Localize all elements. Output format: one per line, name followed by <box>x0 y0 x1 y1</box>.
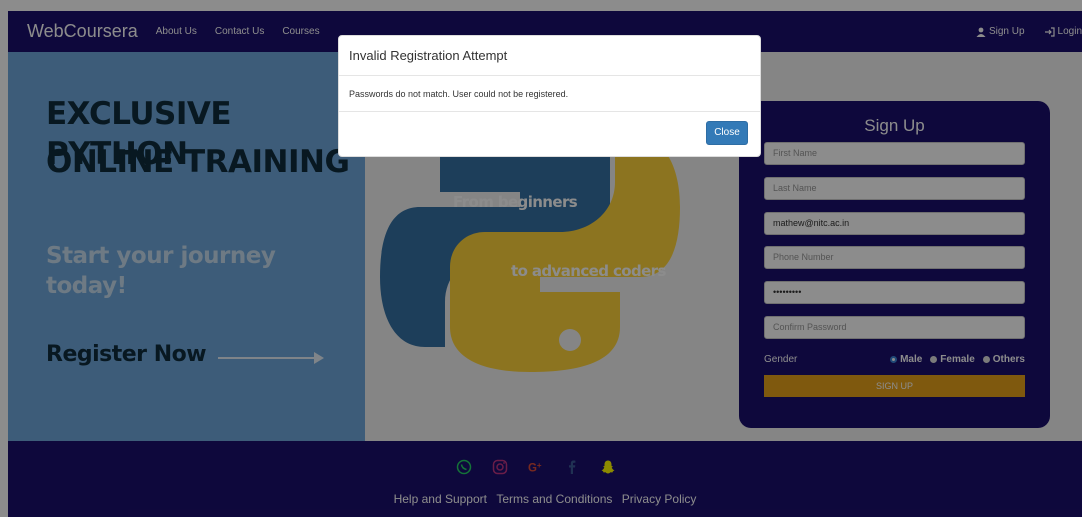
modal-footer: Close <box>339 112 760 158</box>
error-modal: Invalid Registration Attempt Passwords d… <box>338 35 761 157</box>
modal-close-button[interactable]: Close <box>706 121 748 145</box>
page: WebCoursera About Us Contact Us Courses … <box>0 0 1082 517</box>
modal-title: Invalid Registration Attempt <box>339 36 760 76</box>
modal-message: Passwords do not match. User could not b… <box>339 76 760 112</box>
